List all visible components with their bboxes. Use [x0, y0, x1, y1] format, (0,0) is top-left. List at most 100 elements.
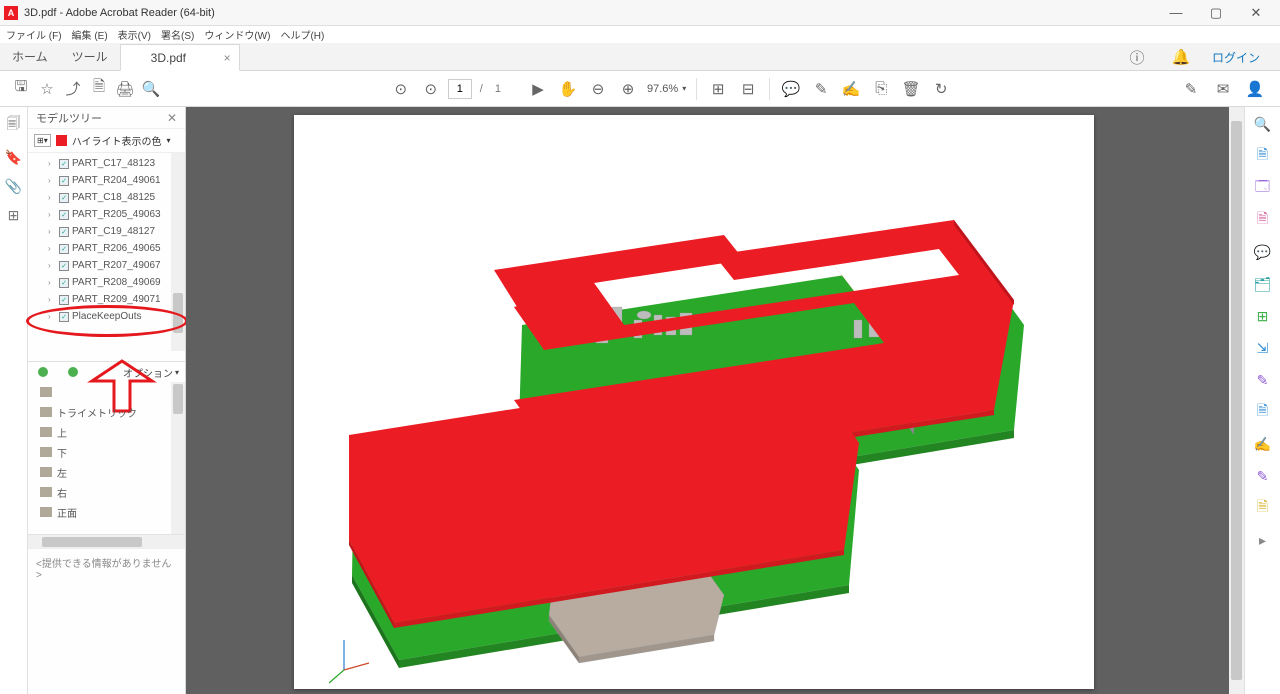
tools-rail: 🔍 🗎 🗔 🗎 💬 🗂 ⊞ ⇲ ✎ 🗎 ✍ ✎ 🗎 ▸ [1244, 107, 1280, 694]
view-item[interactable]: 正面 [28, 502, 185, 522]
zoom-dropdown[interactable]: 97.6%▾ [645, 83, 688, 95]
comment-icon[interactable]: 💬 [778, 76, 804, 102]
attachment-icon[interactable]: 📎 [5, 178, 22, 195]
camera-icon [40, 407, 52, 417]
zoom-out-icon[interactable]: ⊖ [585, 76, 611, 102]
view-item[interactable] [28, 382, 185, 402]
mail-icon[interactable]: ✉ [1210, 76, 1236, 102]
menu-file[interactable]: ファイル (F) [2, 27, 66, 42]
highlight-dropdown-icon[interactable]: ▾ [167, 136, 171, 145]
menu-edit[interactable]: 編集 (E) [68, 27, 112, 42]
3d-model-view[interactable] [294, 115, 1094, 689]
zoom-in-icon[interactable]: ⊕ [615, 76, 641, 102]
tree-row[interactable]: ›✓PART_C18_48125 [28, 189, 185, 206]
tool-convert-icon[interactable]: 🗎 [1254, 499, 1272, 517]
page-up-icon[interactable]: ⊙ [388, 76, 414, 102]
acrobat-icon: A [4, 6, 18, 20]
tree-row[interactable]: ›✓PART_R209_49071 [28, 291, 185, 308]
minimize-button[interactable]: — [1156, 0, 1196, 26]
collapse-rail-icon[interactable]: ▸ [1254, 531, 1272, 549]
tree-row[interactable]: ›✓PART_C19_48127 [28, 223, 185, 240]
view-item[interactable]: 右 [28, 482, 185, 502]
views-list: トライメトリック 上 下 左 右 正面 [28, 382, 185, 534]
views-add-icon[interactable] [38, 367, 48, 377]
thumbnails-icon[interactable]: 🗐 [7, 113, 21, 137]
menu-window[interactable]: ウィンドウ(W) [200, 27, 274, 42]
pdf-page[interactable] [294, 115, 1094, 689]
account-icon[interactable]: 👤 [1242, 76, 1268, 102]
upload-icon[interactable]: ⤴ [60, 76, 86, 102]
fit-icon[interactable]: ⊞ [705, 76, 731, 102]
page-separator: / [476, 83, 487, 95]
close-window-button[interactable]: ✕ [1236, 0, 1276, 26]
tree-scrollbar[interactable] [171, 153, 185, 351]
tree-row[interactable]: ›✓PART_R207_49067 [28, 257, 185, 274]
save-icon[interactable]: 🖫 [8, 76, 34, 102]
model-tree-icon[interactable]: ⊞ [8, 207, 20, 224]
view-item[interactable]: トライメトリック [28, 402, 185, 422]
tool-compress-icon[interactable]: ⇲ [1254, 339, 1272, 357]
tab-close-icon[interactable]: × [224, 51, 231, 65]
trash-icon[interactable]: 🗑 [898, 76, 924, 102]
bell-icon[interactable]: 🔔 [1168, 44, 1194, 70]
tool-edit-icon[interactable]: 🗔 [1254, 179, 1272, 197]
tool-combine-icon[interactable]: 🗂 [1254, 275, 1272, 293]
signature-icon[interactable]: ✎ [1178, 76, 1204, 102]
tree-row[interactable]: ›✓PART_C17_48123 [28, 155, 185, 172]
camera-icon [40, 507, 52, 517]
camera-icon [40, 427, 52, 437]
tool-redact-icon[interactable]: ✎ [1254, 371, 1272, 389]
menu-help[interactable]: ヘルプ(H) [276, 27, 328, 42]
tree-row[interactable]: ›✓PART_R205_49063 [28, 206, 185, 223]
tool-create-icon[interactable]: 🗎 [1254, 211, 1272, 229]
print-icon[interactable]: 🖨 [112, 76, 138, 102]
tool-comment-icon[interactable]: 💬 [1254, 243, 1272, 261]
star-icon[interactable]: ☆ [34, 76, 60, 102]
stamp-icon[interactable]: ⎘ [868, 76, 894, 102]
tool-export-icon[interactable]: 🗎 [1254, 147, 1272, 165]
login-link[interactable]: ログイン [1212, 49, 1260, 66]
tools-search-icon[interactable]: 🔍 [1254, 115, 1272, 133]
page-number-input[interactable] [448, 79, 472, 99]
camera-icon [40, 387, 52, 397]
panel-hscroll[interactable] [28, 534, 185, 548]
menu-view[interactable]: 表示(V) [114, 27, 155, 42]
tool-sign-icon[interactable]: ✍ [1254, 435, 1272, 453]
tab-document[interactable]: 3D.pdf × [120, 44, 240, 71]
tree-row[interactable]: ›✓PART_R208_49069 [28, 274, 185, 291]
views-scrollbar[interactable] [171, 382, 185, 534]
fitwidth-icon[interactable]: ⊟ [735, 76, 761, 102]
tool-organize-icon[interactable]: ⊞ [1254, 307, 1272, 325]
view-item[interactable]: 下 [28, 442, 185, 462]
help-icon[interactable]: ⓘ [1124, 44, 1150, 70]
hand-icon[interactable]: ✋ [555, 76, 581, 102]
tree-row[interactable]: ›✓PART_R206_49065 [28, 240, 185, 257]
panel-close-icon[interactable]: ✕ [167, 111, 177, 125]
tab-home[interactable]: ホーム [0, 42, 60, 70]
maximize-button[interactable]: ▢ [1196, 0, 1236, 26]
tree-mode-icon[interactable]: ⊞▾ [34, 134, 51, 147]
tab-tool[interactable]: ツール [60, 42, 120, 70]
sign-icon[interactable]: ✍ [838, 76, 864, 102]
model-tree-panel: モデルツリー ✕ ⊞▾ ハイライト表示の色 ▾ ›✓PART_C17_48123… [28, 107, 186, 694]
cursor-icon[interactable]: ▶ [525, 76, 551, 102]
view-item[interactable]: 上 [28, 422, 185, 442]
menu-sign[interactable]: 署名(S) [157, 27, 198, 42]
tool-protect-icon[interactable]: 🗎 [1254, 403, 1272, 421]
view-item[interactable]: 左 [28, 462, 185, 482]
content-vscrollbar[interactable] [1229, 107, 1244, 694]
bookmarks-icon[interactable]: 🔖 [5, 149, 22, 166]
search-icon[interactable]: 🔍 [138, 76, 164, 102]
tool-more-icon[interactable]: ✎ [1254, 467, 1272, 485]
tree-row[interactable]: ›✓PART_R204_49061 [28, 172, 185, 189]
refresh-icon[interactable]: ↻ [928, 76, 954, 102]
page-down-icon[interactable]: ⊙ [418, 76, 444, 102]
views-options-dropdown[interactable]: オプション▾ [123, 365, 179, 380]
page-icon[interactable]: 🗎 [86, 76, 112, 102]
highlight-color-swatch[interactable] [56, 135, 67, 146]
highlight-icon[interactable]: ✎ [808, 76, 834, 102]
document-viewport[interactable] [186, 107, 1244, 694]
tree-row-placekeepouts[interactable]: ›✓PlaceKeepOuts [28, 308, 185, 325]
window-title: 3D.pdf - Adobe Acrobat Reader (64-bit) [24, 7, 215, 19]
views-add2-icon[interactable] [68, 367, 78, 377]
